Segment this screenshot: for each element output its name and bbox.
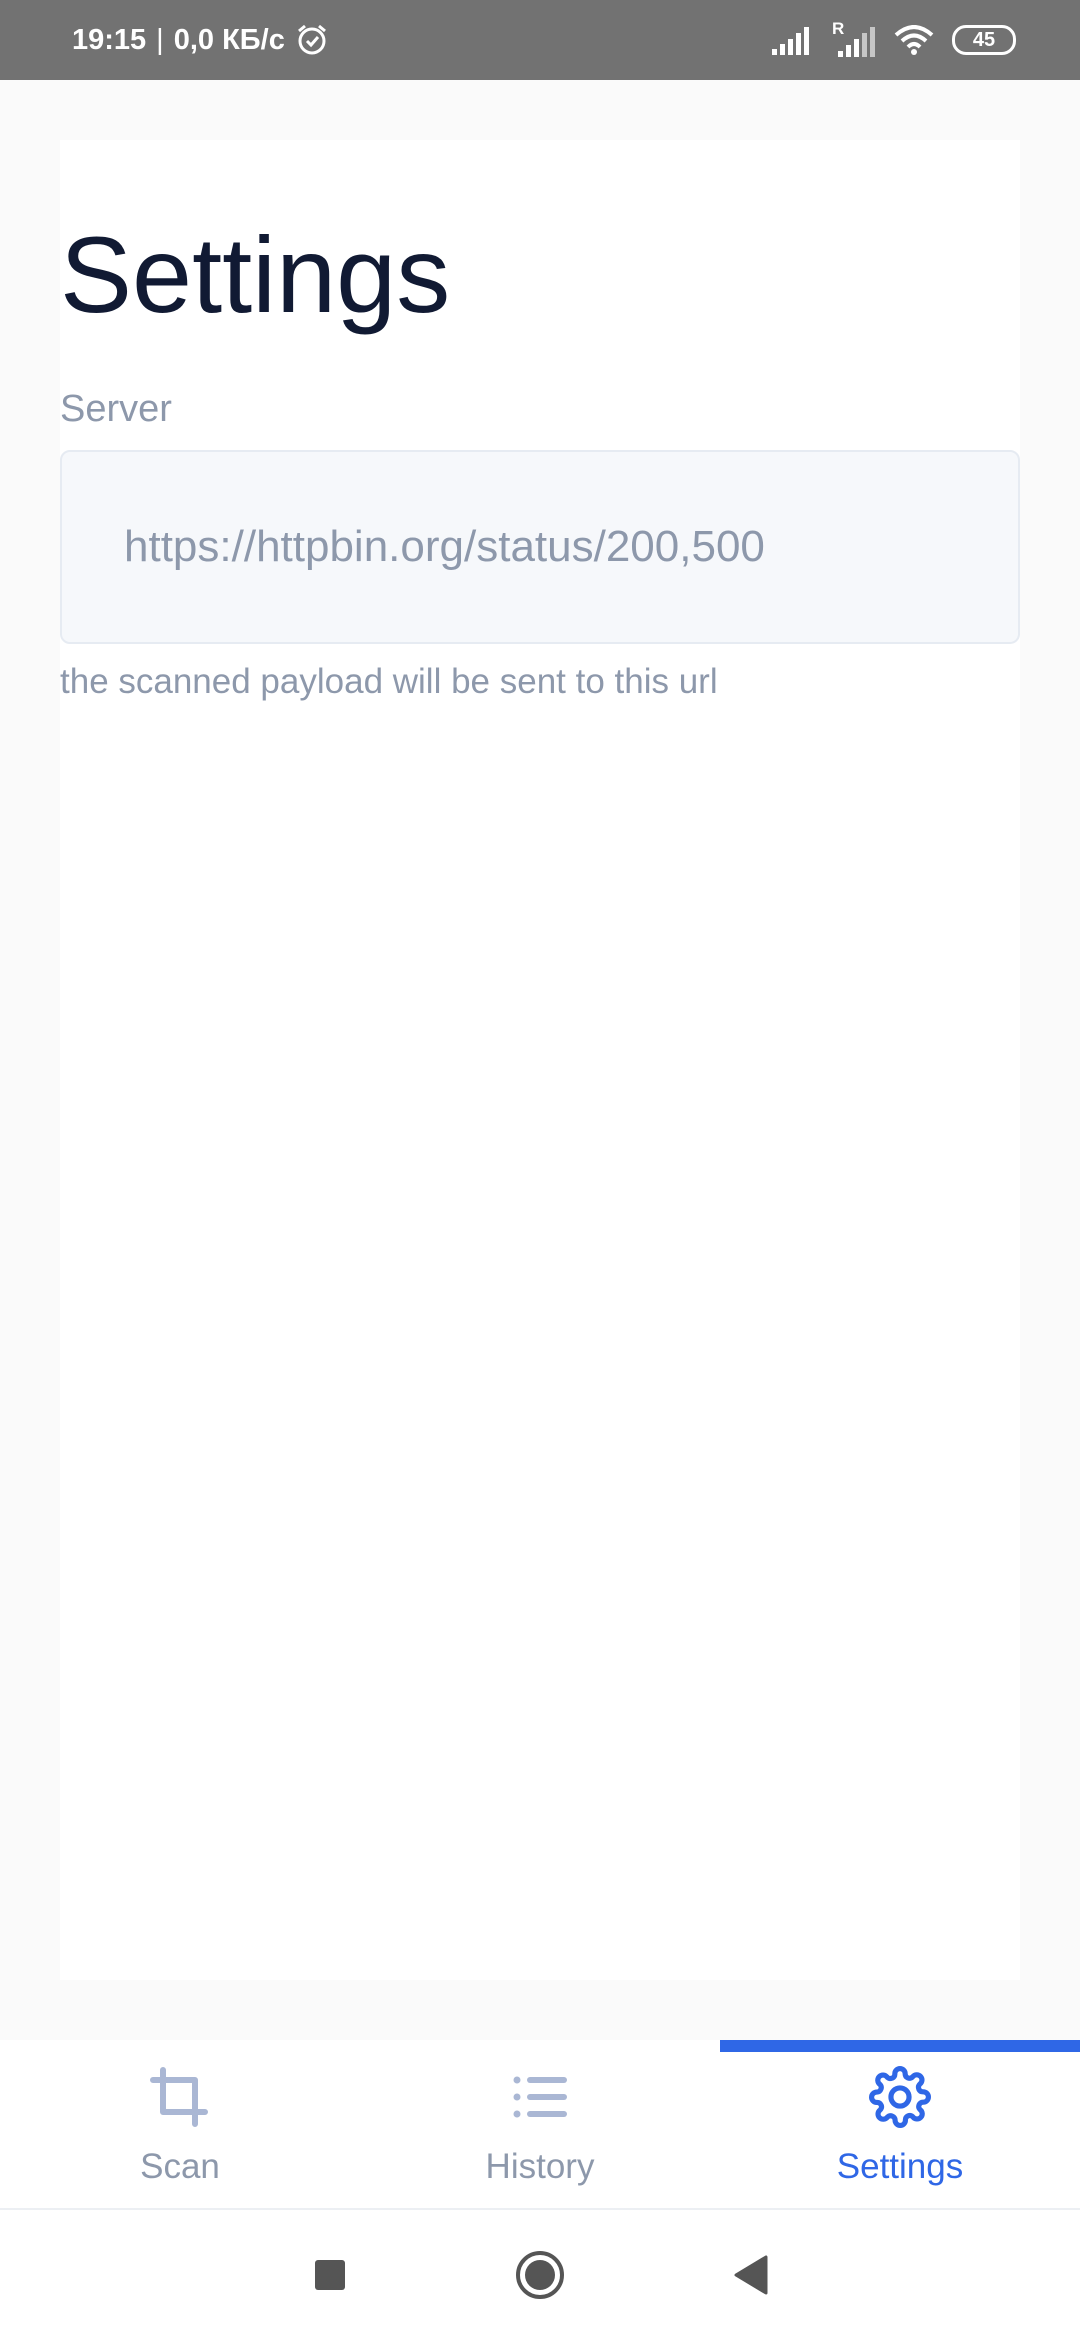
status-data-rate: 0,0 КБ/с	[173, 23, 285, 56]
gear-icon	[869, 2066, 931, 2133]
status-bar: 19:15 | 0,0 КБ/с R 45	[0, 0, 1080, 80]
back-icon[interactable]	[720, 2245, 780, 2305]
tab-scan-label: Scan	[140, 2147, 220, 2186]
server-url-input[interactable]	[124, 522, 1018, 572]
settings-card: Settings Server the scanned payload will…	[60, 140, 1020, 1980]
roaming-signal-icon: R	[832, 19, 876, 57]
tab-history[interactable]: History	[360, 2040, 720, 2208]
page-title: Settings	[60, 214, 451, 335]
roaming-label: R	[832, 19, 845, 38]
tab-scan[interactable]: Scan	[0, 2040, 360, 2208]
bottom-tab-bar: Scan History Settings	[0, 2040, 1080, 2210]
status-left: 19:15 | 0,0 КБ/с	[72, 23, 329, 57]
signal-icon	[770, 25, 814, 55]
system-nav-bar	[0, 2210, 1080, 2340]
status-separator: |	[156, 23, 164, 56]
battery-icon: 45	[952, 25, 1016, 55]
alarm-icon	[295, 23, 329, 57]
server-label: Server	[60, 388, 172, 430]
wifi-icon	[894, 25, 934, 55]
active-tab-indicator	[720, 2040, 1080, 2052]
list-icon	[509, 2066, 571, 2133]
tab-settings-label: Settings	[836, 2147, 964, 2186]
status-right: R 45	[770, 19, 1016, 57]
crop-icon	[149, 2066, 211, 2133]
status-time: 19:15	[72, 23, 147, 56]
tab-settings[interactable]: Settings	[720, 2040, 1080, 2208]
battery-level: 45	[972, 28, 996, 51]
server-helper-text: the scanned payload will be sent to this…	[60, 662, 718, 701]
tab-history-label: History	[485, 2147, 595, 2186]
recents-icon[interactable]	[300, 2245, 360, 2305]
server-input-box[interactable]	[60, 450, 1020, 644]
home-icon[interactable]	[510, 2245, 570, 2305]
